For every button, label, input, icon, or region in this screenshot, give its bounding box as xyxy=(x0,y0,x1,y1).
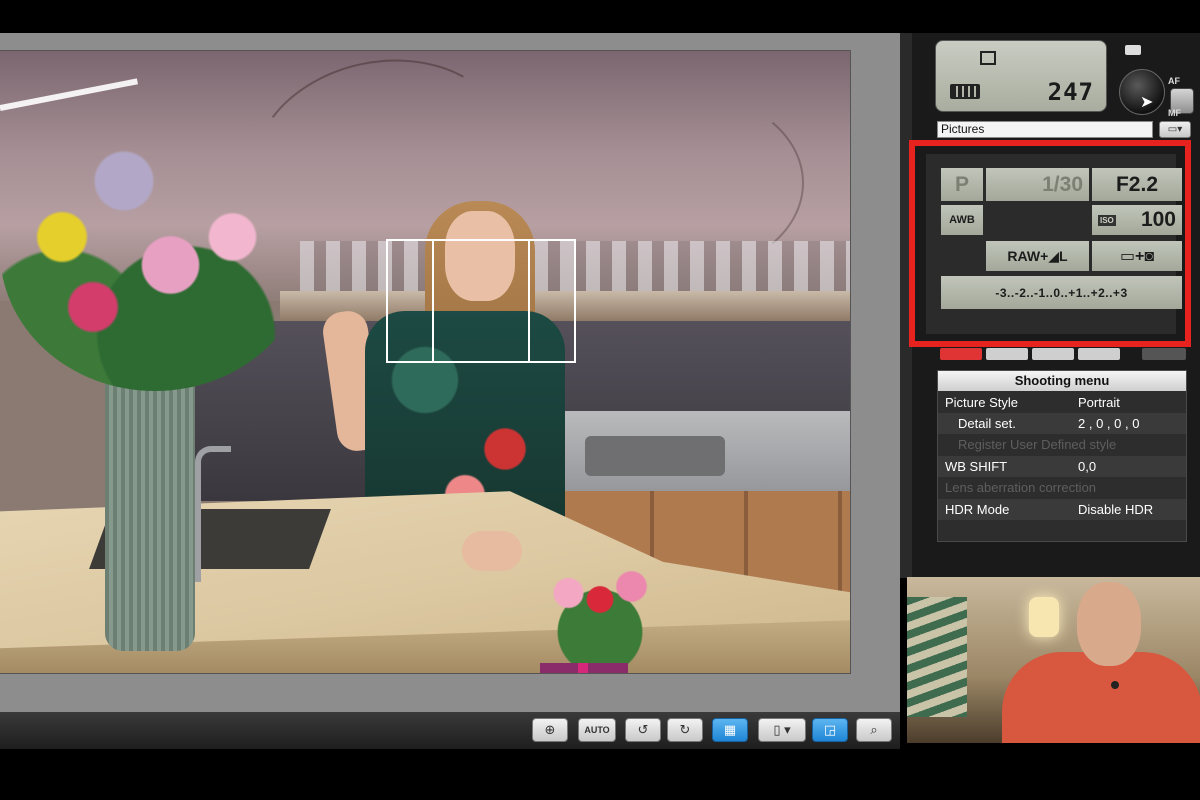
focus-target-button[interactable]: ⊕ xyxy=(532,718,568,742)
menu-row-value: 0,0 xyxy=(1078,459,1097,474)
zoom-button[interactable]: ⌕ xyxy=(856,718,892,742)
menu-tab-strip xyxy=(940,348,1120,360)
destination-folder-field[interactable]: Pictures xyxy=(937,121,1153,138)
shooting-menu: Shooting menu Picture Style Portrait Det… xyxy=(937,370,1187,542)
auto-focus-label: AUTO xyxy=(584,725,610,735)
tab-playback[interactable] xyxy=(1032,348,1074,360)
webcam-overlay xyxy=(907,577,1200,743)
rotate-right-icon: ↻ xyxy=(679,722,691,737)
tab-shooting[interactable] xyxy=(940,348,982,360)
rotate-left-button[interactable]: ↺ xyxy=(625,718,661,742)
zoom-icon: ⌕ xyxy=(870,722,878,737)
menu-row-register-user-style: Register User Defined style xyxy=(938,434,1186,455)
mouse-cursor-icon: ➤ xyxy=(1140,94,1154,111)
af-label: AF xyxy=(1168,76,1180,86)
scene-faucet xyxy=(195,446,231,582)
lapel-mic-icon xyxy=(1111,681,1119,689)
menu-row-value: Portrait xyxy=(1078,395,1120,410)
image-view-button[interactable]: ◲ xyxy=(812,718,848,742)
menu-row-lens-correction: Lens aberration correction xyxy=(938,477,1186,498)
aspect-ratio-dropdown[interactable]: ▯ ▾ xyxy=(758,718,806,742)
live-view-image[interactable] xyxy=(0,51,850,673)
scene-bouquet xyxy=(495,541,705,671)
tab-af[interactable] xyxy=(986,348,1028,360)
menu-row-hdr-mode[interactable]: HDR Mode Disable HDR xyxy=(938,499,1186,520)
red-highlight-box xyxy=(909,140,1191,347)
shooting-menu-title: Shooting menu xyxy=(938,371,1186,391)
menu-row-value: Disable HDR xyxy=(1078,502,1154,517)
webcam-presenter-head xyxy=(1077,582,1141,666)
webcam-mural xyxy=(907,597,967,717)
menu-row-label: Lens aberration correction xyxy=(945,480,1097,495)
aspect-ratio-icon: ▯ ▾ xyxy=(773,722,791,737)
menu-row-wb-shift[interactable]: WB SHIFT 0,0 xyxy=(938,456,1186,477)
menu-row-detail-set[interactable]: Detail set. 2 , 0 , 0 , 0 xyxy=(938,413,1186,434)
rotate-right-button[interactable]: ↻ xyxy=(667,718,703,742)
mf-label: MF xyxy=(1168,108,1181,118)
webcam-lamp xyxy=(1029,597,1059,637)
crosshair-icon: ⊕ xyxy=(544,722,556,737)
status-lcd: 247 xyxy=(935,40,1107,112)
menu-row-value: 2 , 0 , 0 , 0 xyxy=(1078,416,1140,431)
tab-extra[interactable] xyxy=(1142,348,1186,360)
card-icon xyxy=(1125,45,1141,55)
scene-gift-ribbon xyxy=(578,663,588,673)
af-point-frame[interactable] xyxy=(432,239,530,363)
battery-icon xyxy=(950,84,980,99)
menu-row-label: HDR Mode xyxy=(945,502,1010,517)
rotate-left-icon: ↺ xyxy=(637,722,649,737)
image-view-icon: ◲ xyxy=(823,722,837,737)
scene-sink xyxy=(585,436,725,476)
menu-row-picture-style[interactable]: Picture Style Portrait xyxy=(938,392,1186,413)
grid-button[interactable]: ▦ xyxy=(712,718,748,742)
menu-row-label: Picture Style xyxy=(945,395,1018,410)
menu-row-label: Detail set. xyxy=(958,416,1016,431)
tab-settings[interactable] xyxy=(1078,348,1120,360)
scene-flowers xyxy=(0,111,310,391)
folder-select-button[interactable]: ▭▾ xyxy=(1159,121,1191,138)
auto-focus-button[interactable]: AUTO xyxy=(578,718,616,742)
menu-row-label: Register User Defined style xyxy=(958,437,1117,452)
menu-row-label: WB SHIFT xyxy=(945,459,1008,474)
folder-icon: ▭▾ xyxy=(1167,124,1183,135)
shots-remaining: 247 xyxy=(1047,78,1094,106)
grid-icon: ▦ xyxy=(723,722,737,737)
drive-mode-icon xyxy=(980,51,996,65)
scene-person-hand xyxy=(462,531,522,571)
